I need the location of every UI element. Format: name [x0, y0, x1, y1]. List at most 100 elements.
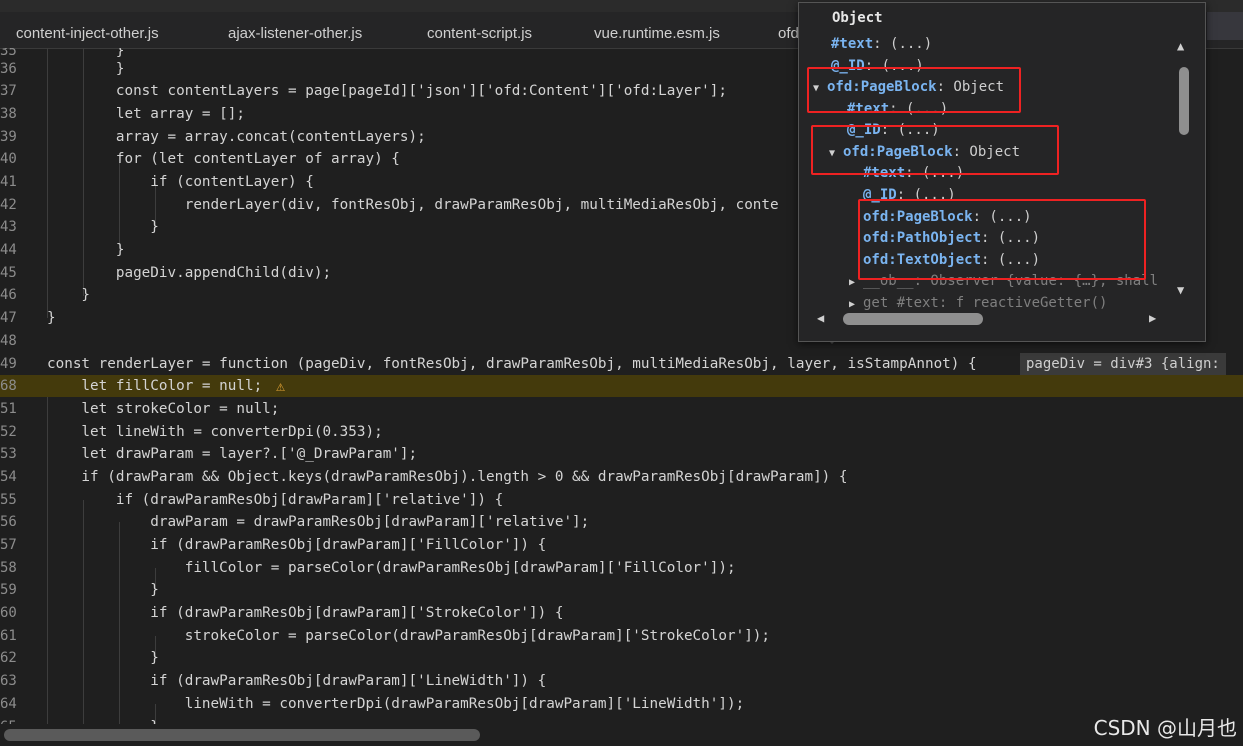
line-number: 37	[0, 83, 17, 99]
popup-vertical-scrollbar[interactable]: ▲ ▼	[1177, 39, 1189, 297]
code-line: 62 }	[0, 647, 1243, 669]
code-text: drawParam = drawParamResObj[drawParam]['…	[47, 514, 590, 530]
line-number: 54	[0, 469, 17, 485]
tab-content-script[interactable]: content-script.js	[427, 12, 532, 48]
code-line: 64 lineWith = converterDpi(drawParamResO…	[0, 693, 1243, 715]
code-text: array = array.concat(contentLayers);	[47, 129, 426, 145]
code-text: }	[47, 242, 125, 258]
tab-overflow-button[interactable]	[1207, 12, 1243, 40]
line-number: 49	[0, 356, 17, 372]
line-number: 56	[0, 514, 17, 530]
code-line: 55 if (drawParamResObj[drawParam]['relat…	[0, 489, 1243, 511]
tab-ofd[interactable]: ofd	[778, 12, 799, 48]
current-execution-line: 68 let fillColor = null; ⚠	[0, 375, 1243, 397]
scroll-down-icon[interactable]: ▼	[1177, 283, 1184, 297]
inline-value-hint: pageDiv = div#3 {align:	[1020, 353, 1226, 375]
line-number: 63	[0, 673, 17, 689]
code-line: 56 drawParam = drawParamResObj[drawParam…	[0, 511, 1243, 533]
line-number: 46	[0, 287, 17, 303]
code-line: 61 strokeColor = parseColor(drawParamRes…	[0, 625, 1243, 647]
code-text: }	[47, 716, 159, 724]
annotation-redbox	[811, 125, 1059, 175]
code-text: renderLayer(div, fontResObj, drawParamRe…	[47, 197, 779, 213]
code-text: }	[47, 582, 159, 598]
code-text: lineWith = converterDpi(drawParamResObj[…	[47, 696, 745, 712]
line-number: 61	[0, 628, 17, 644]
code-line: 57 if (drawParamResObj[drawParam]['FillC…	[0, 534, 1243, 556]
line-number: 65	[0, 716, 17, 724]
code-text: pageDiv.appendChild(div);	[47, 265, 332, 281]
code-text: }	[47, 219, 159, 235]
code-line: 54 if (drawParam && Object.keys(drawPara…	[0, 466, 1243, 488]
code-text: const renderLayer = function (pageDiv, f…	[47, 356, 977, 372]
code-line: 63 if (drawParamResObj[drawParam]['LineW…	[0, 670, 1243, 692]
tab-content-inject-other[interactable]: content-inject-other.js	[16, 12, 159, 48]
line-number: 38	[0, 106, 17, 122]
code-line: 49 const renderLayer = function (pageDiv…	[0, 353, 1243, 375]
scroll-right-icon[interactable]: ▶	[1149, 311, 1156, 325]
line-number: 44	[0, 242, 17, 258]
line-number: 43	[0, 219, 17, 235]
code-text: if (drawParamResObj[drawParam]['FillColo…	[47, 537, 547, 553]
scroll-left-icon[interactable]: ◀	[817, 311, 824, 325]
tab-ajax-listener-other[interactable]: ajax-listener-other.js	[228, 12, 362, 48]
annotation-redbox	[807, 67, 1021, 113]
horizontal-scrollbar[interactable]	[0, 724, 1243, 746]
code-text: if (contentLayer) {	[47, 174, 314, 190]
horizontal-scroll-thumb[interactable]	[4, 729, 480, 741]
line-number: 39	[0, 129, 17, 145]
line-number: 36	[0, 61, 17, 77]
popup-horizontal-scroll-thumb[interactable]	[843, 313, 983, 325]
line-number: 68	[0, 378, 17, 394]
line-number: 42	[0, 197, 17, 213]
popup-vertical-scroll-thumb[interactable]	[1179, 67, 1189, 135]
code-text: strokeColor = parseColor(drawParamResObj…	[47, 628, 771, 644]
code-text: for (let contentLayer of array) {	[47, 151, 400, 167]
line-number: 55	[0, 492, 17, 508]
code-line: 58 fillColor = parseColor(drawParamResOb…	[0, 557, 1243, 579]
line-number: 60	[0, 605, 17, 621]
code-text: if (drawParam && Object.keys(drawParamRe…	[47, 469, 848, 485]
object-inspector-popup[interactable]: Object #text: (...) @_ID: (...) ▼ ofd:Pag…	[798, 2, 1206, 342]
tab-vue-runtime-esm[interactable]: vue.runtime.esm.js	[594, 12, 720, 48]
warning-icon: ⚠	[276, 377, 286, 395]
code-text: if (drawParamResObj[drawParam]['StrokeCo…	[47, 605, 564, 621]
code-line: 59 }	[0, 579, 1243, 601]
line-number: 45	[0, 265, 17, 281]
line-number: 48	[0, 333, 17, 349]
watermark: CSDN @山月也	[1093, 716, 1237, 740]
popup-horizontal-scrollbar[interactable]: ◀ ▶	[815, 311, 1159, 327]
code-text: const contentLayers = page[pageId]['json…	[47, 83, 727, 99]
code-text: fillColor = parseColor(drawParamResObj[d…	[47, 560, 736, 576]
code-text: if (drawParamResObj[drawParam]['relative…	[47, 492, 504, 508]
code-line: 65 }	[0, 716, 1243, 724]
line-number: 52	[0, 424, 17, 440]
code-text: let drawParam = layer?.['@_DrawParam'];	[47, 446, 418, 462]
line-number: 53	[0, 446, 17, 462]
line-number: 41	[0, 174, 17, 190]
scroll-up-icon[interactable]: ▲	[1177, 39, 1184, 53]
popup-title: Object	[832, 10, 883, 26]
code-line: 60 if (drawParamResObj[drawParam]['Strok…	[0, 602, 1243, 624]
code-text: let lineWith = converterDpi(0.353);	[47, 424, 383, 440]
code-text: if (drawParamResObj[drawParam]['LineWidt…	[47, 673, 547, 689]
code-text: }	[47, 61, 125, 77]
annotation-redbox	[858, 199, 1146, 280]
line-number: 64	[0, 696, 17, 712]
code-text: }	[47, 310, 56, 326]
code-text: let array = [];	[47, 106, 245, 122]
line-number: 40	[0, 151, 17, 167]
code-text: let strokeColor = null;	[47, 401, 280, 417]
line-number: 62	[0, 650, 17, 666]
line-number: 47	[0, 310, 17, 326]
code-line: 52 let lineWith = converterDpi(0.353);	[0, 421, 1243, 443]
line-number: 59	[0, 582, 17, 598]
line-number: 57	[0, 537, 17, 553]
line-number: 58	[0, 560, 17, 576]
code-text: }	[47, 650, 159, 666]
line-number: 51	[0, 401, 17, 417]
code-line: 53 let drawParam = layer?.['@_DrawParam'…	[0, 443, 1243, 465]
code-line: 51 let strokeColor = null;	[0, 398, 1243, 420]
code-text: }	[47, 287, 91, 303]
tree-row[interactable]: #text: (...)	[831, 34, 932, 55]
